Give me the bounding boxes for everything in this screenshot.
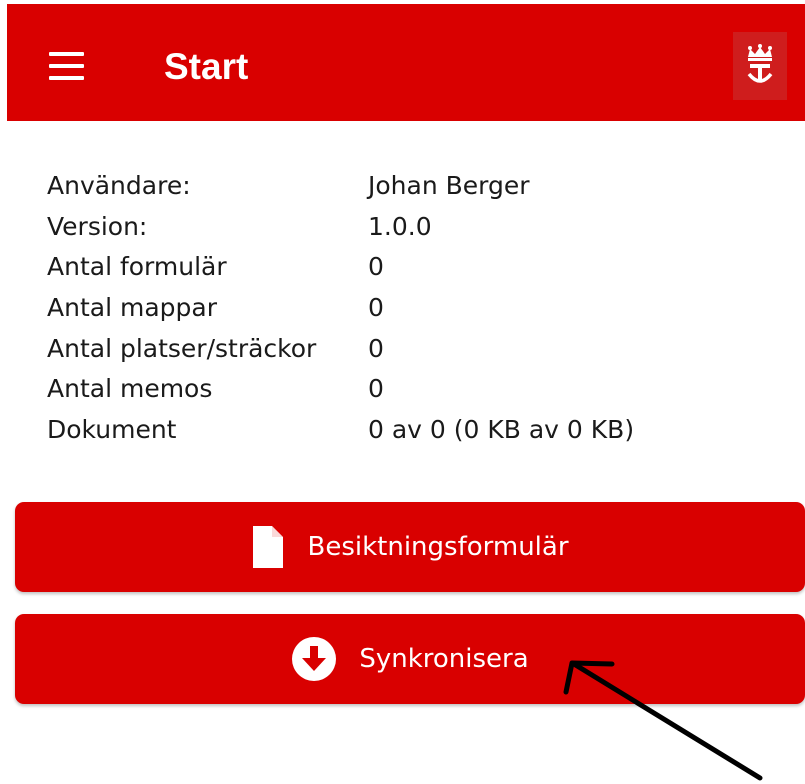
info-label: Antal platser/sträckor <box>47 333 317 363</box>
info-value: 0 av 0 (0 KB av 0 KB) <box>368 415 635 445</box>
info-row-places: Antal platser/sträckor 0 <box>47 329 747 370</box>
info-row-user: Användare: Johan Berger <box>47 166 747 207</box>
info-label: Antal mappar <box>47 293 217 323</box>
info-row-version: Version: 1.0.0 <box>47 207 747 248</box>
info-value: 0 <box>368 293 384 323</box>
inspection-forms-button[interactable]: Besiktningsformulär <box>15 502 805 592</box>
sync-button[interactable]: Synkronisera <box>15 614 805 704</box>
page-title: Start <box>164 46 249 87</box>
app-screen: Start Användare: Johan Berger Version: 1 <box>0 0 805 784</box>
info-label: Dokument <box>47 415 177 445</box>
info-row-forms: Antal formulär 0 <box>47 247 747 288</box>
info-value: 0 <box>368 333 384 363</box>
info-value: 0 <box>368 252 384 282</box>
info-value: 1.0.0 <box>368 211 432 241</box>
info-row-folders: Antal mappar 0 <box>47 288 747 329</box>
info-value: 0 <box>368 374 384 404</box>
info-label: Antal memos <box>47 374 213 404</box>
crown-emblem-icon <box>733 32 787 100</box>
info-value: Johan Berger <box>368 171 530 200</box>
info-panel: Användare: Johan Berger Version: 1.0.0 A… <box>47 166 747 451</box>
inspection-forms-label: Besiktningsformulär <box>307 532 569 562</box>
info-row-memos: Antal memos 0 <box>47 369 747 410</box>
download-circle-icon <box>291 636 337 682</box>
info-label: Användare: <box>47 171 191 200</box>
hamburger-menu-icon[interactable] <box>41 46 91 86</box>
info-label: Version: <box>47 211 148 241</box>
app-bar: Start <box>7 4 805 121</box>
info-label: Antal formulär <box>47 252 227 282</box>
document-icon <box>251 524 285 570</box>
sync-label: Synkronisera <box>359 644 529 674</box>
info-row-documents: Dokument 0 av 0 (0 KB av 0 KB) <box>47 410 747 451</box>
